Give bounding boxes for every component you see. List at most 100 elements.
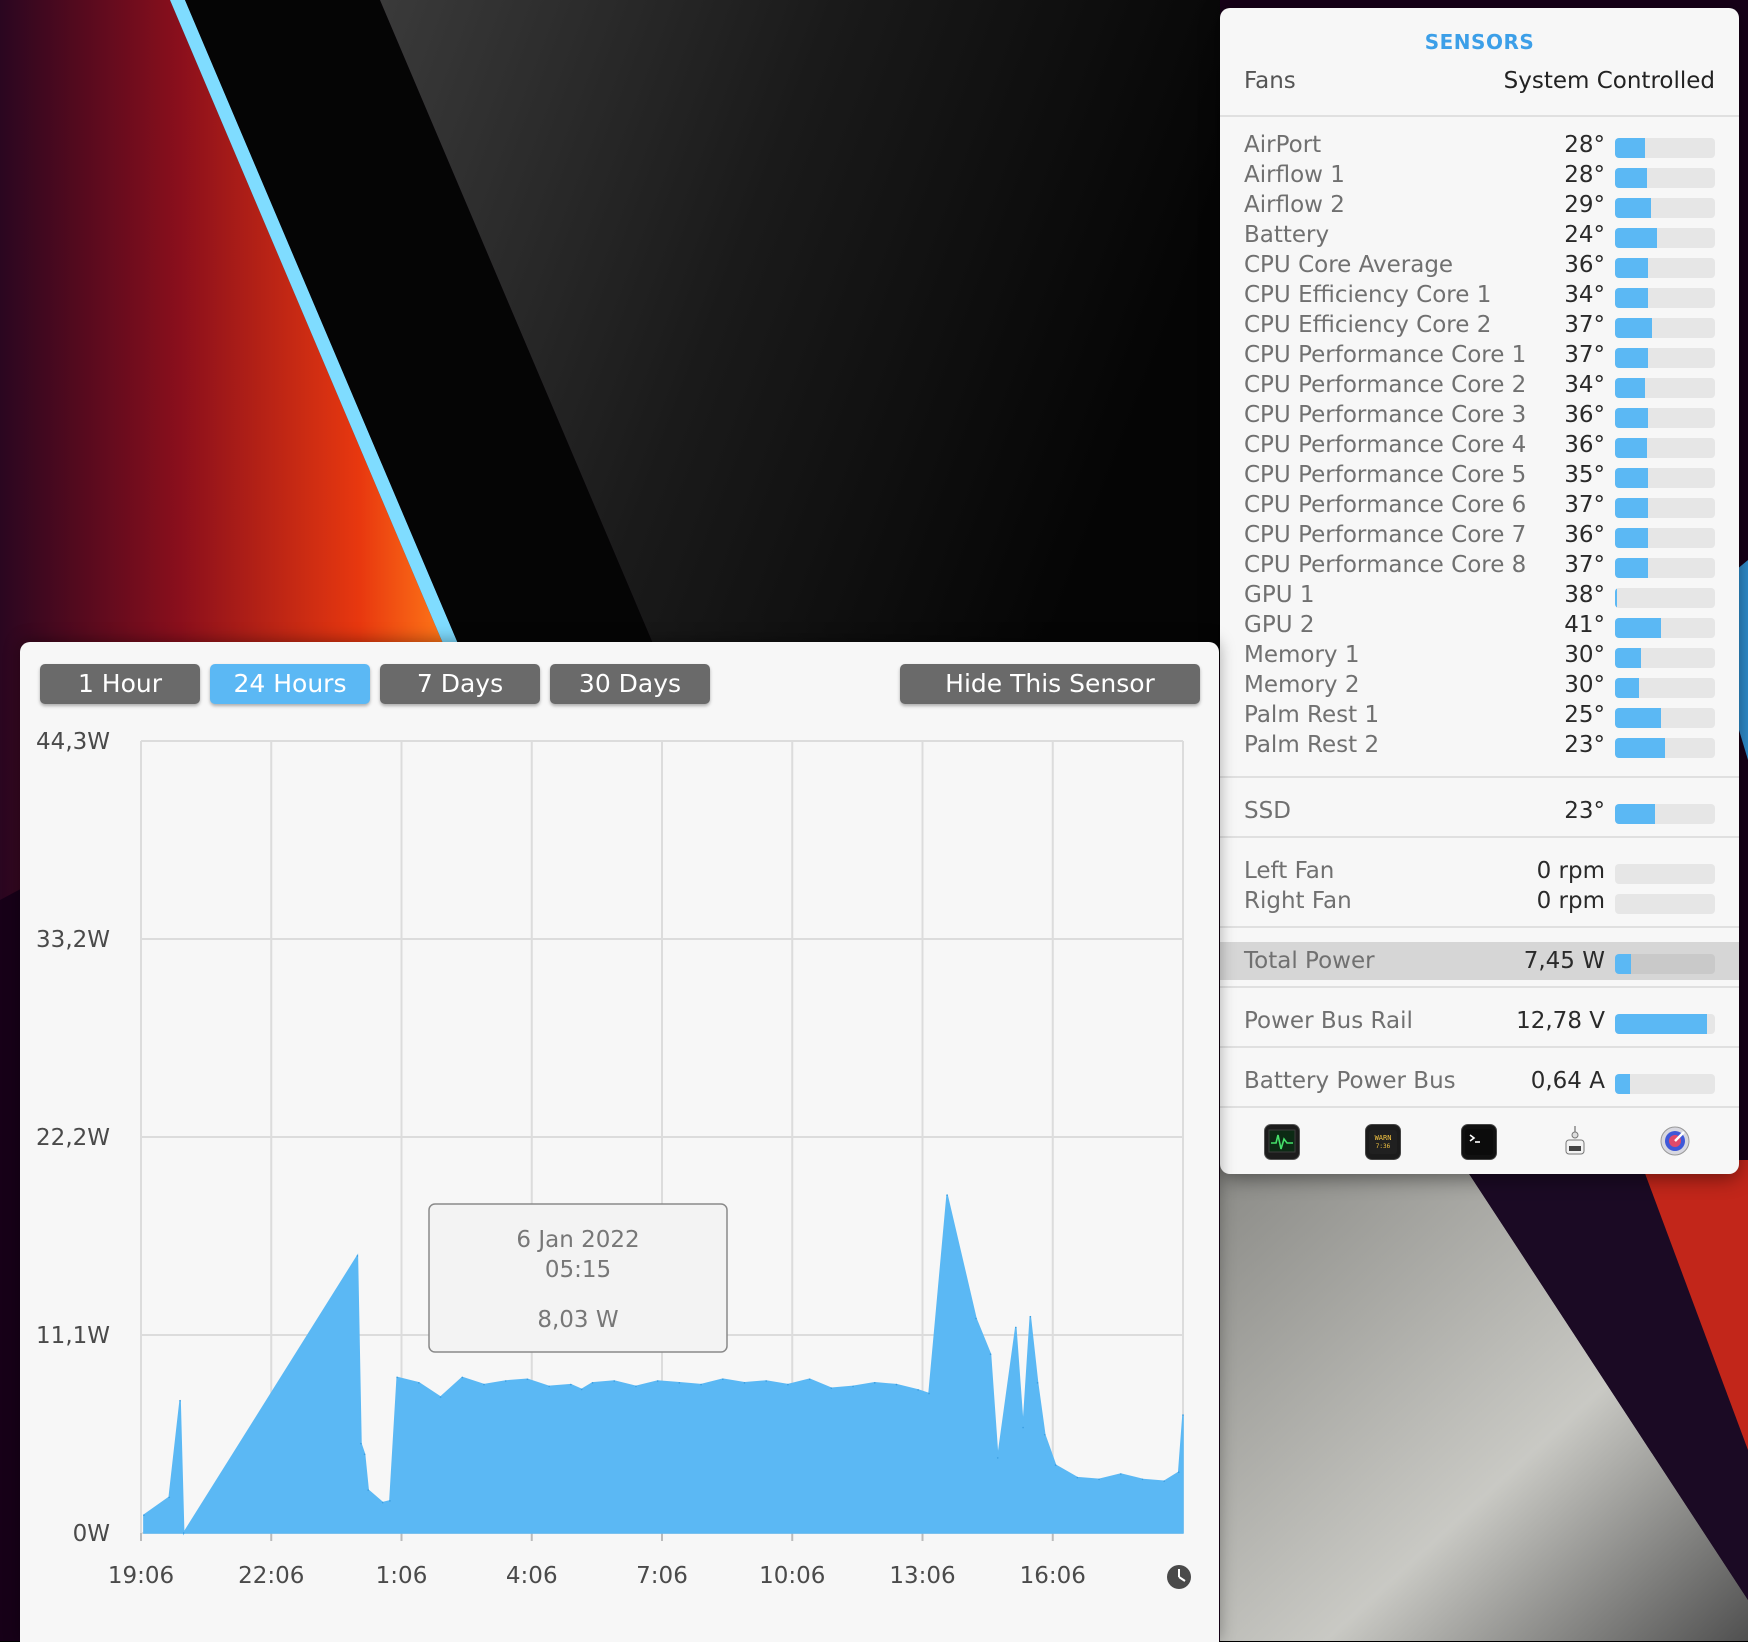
sensor-row[interactable]: CPU Performance Core 2 34° <box>1220 372 1739 402</box>
sensor-row[interactable]: CPU Performance Core 7 36° <box>1220 522 1739 552</box>
sensor-row[interactable]: CPU Efficiency Core 2 37° <box>1220 312 1739 342</box>
data-point <box>1054 1464 1057 1466</box>
sensor-row-ssd[interactable]: SSD 23° <box>1220 798 1739 828</box>
data-point <box>439 1396 442 1398</box>
data-point <box>363 1453 366 1456</box>
data-point <box>580 1388 583 1391</box>
activity-monitor-icon[interactable] <box>1264 1124 1300 1160</box>
sensor-bar-fill <box>1615 198 1651 218</box>
divider <box>1220 986 1739 988</box>
data-point <box>418 1382 420 1384</box>
system-information-icon[interactable] <box>1558 1124 1592 1158</box>
sensor-row[interactable]: Airflow 1 28° <box>1220 162 1739 192</box>
sensor-row[interactable]: CPU Efficiency Core 1 34° <box>1220 282 1739 312</box>
sensor-bar-fill <box>1615 1014 1707 1034</box>
data-point <box>360 1442 362 1445</box>
sensor-row[interactable]: GPU 2 41° <box>1220 612 1739 642</box>
sensor-name: CPU Efficiency Core 2 <box>1244 312 1492 338</box>
sensor-name: Memory 1 <box>1244 642 1360 668</box>
sensor-row[interactable]: Memory 1 30° <box>1220 642 1739 672</box>
data-point <box>179 1399 181 1402</box>
sensor-row-right-fan[interactable]: Right Fan 0 rpm <box>1220 888 1739 918</box>
data-point <box>830 1387 833 1389</box>
sensor-bar-fill <box>1615 804 1655 824</box>
data-point <box>1029 1315 1032 1318</box>
divider <box>1220 926 1739 928</box>
sensor-row[interactable]: CPU Performance Core 5 35° <box>1220 462 1739 492</box>
data-point <box>1119 1473 1122 1475</box>
sensor-row[interactable]: CPU Performance Core 4 36° <box>1220 432 1739 462</box>
sensor-value: 7,45 W <box>1523 948 1605 974</box>
sensor-row[interactable]: CPU Core Average 36° <box>1220 252 1739 282</box>
data-point <box>1098 1478 1100 1481</box>
sensor-bar-fill <box>1615 678 1639 698</box>
sensor-bar-fill <box>1615 738 1665 758</box>
data-point <box>765 1380 767 1382</box>
sensor-name: CPU Performance Core 2 <box>1244 372 1527 398</box>
data-point <box>381 1501 384 1504</box>
fans-row[interactable]: Fans System Controlled <box>1244 68 1715 108</box>
x-tick-label: 13:06 <box>889 1563 955 1589</box>
sensor-bar-fill <box>1615 228 1657 248</box>
sensor-bar <box>1615 138 1715 158</box>
sensor-value: 30° <box>1564 672 1605 698</box>
sensor-row[interactable]: CPU Performance Core 3 36° <box>1220 402 1739 432</box>
sensor-name: Palm Rest 1 <box>1244 702 1380 728</box>
power-history-window: 1 Hour 24 Hours 7 Days 30 Days Hide This… <box>20 642 1219 1642</box>
clock-icon[interactable] <box>1167 1565 1191 1589</box>
sensor-bar-fill <box>1615 588 1617 608</box>
sensor-row[interactable]: Memory 2 30° <box>1220 672 1739 702</box>
sensor-name: Airflow 1 <box>1244 162 1345 188</box>
sensor-value: 28° <box>1564 132 1605 158</box>
sensor-row[interactable]: CPU Performance Core 8 37° <box>1220 552 1739 582</box>
data-point <box>356 1255 359 1257</box>
sensor-bar-fill <box>1615 1074 1630 1094</box>
disk-utility-icon[interactable] <box>1658 1124 1692 1158</box>
power-chart[interactable]: 44,3W 33,2W 22,2W 11,1W 0W 19:06 22:06 1:06 4:06… <box>20 642 1219 1642</box>
fans-label: Fans <box>1244 68 1296 94</box>
sensor-bar-fill <box>1615 528 1648 548</box>
sensor-bar-fill <box>1615 438 1647 458</box>
sensor-value: 0 rpm <box>1536 888 1605 914</box>
sensor-bar-fill <box>1615 408 1648 428</box>
sensor-row[interactable]: CPU Performance Core 1 37° <box>1220 342 1739 372</box>
sensor-bar <box>1615 864 1715 884</box>
x-tick-label: 10:06 <box>759 1563 825 1589</box>
sensor-bar <box>1615 528 1715 548</box>
sensor-row[interactable]: Battery 24° <box>1220 222 1739 252</box>
data-point <box>1076 1476 1079 1479</box>
sensor-row[interactable]: CPU Performance Core 6 37° <box>1220 492 1739 522</box>
sensor-row[interactable]: Palm Rest 2 23° <box>1220 732 1739 762</box>
sensor-name: Left Fan <box>1244 858 1335 884</box>
terminal-icon[interactable] <box>1461 1124 1497 1160</box>
sensor-bar <box>1615 894 1715 914</box>
divider <box>1220 776 1739 778</box>
sensor-value: 23° <box>1564 732 1605 758</box>
sensor-bar <box>1615 408 1715 428</box>
console-icon[interactable]: WARN 7:36 <box>1365 1124 1401 1160</box>
data-point <box>700 1383 702 1386</box>
sensor-row[interactable]: Airflow 2 29° <box>1220 192 1739 222</box>
data-point <box>1177 1471 1180 1474</box>
sensor-row-left-fan[interactable]: Left Fan 0 rpm <box>1220 858 1739 888</box>
sensor-row[interactable]: AirPort 28° <box>1220 132 1739 162</box>
sensor-name: Power Bus Rail <box>1244 1008 1413 1034</box>
sensor-row[interactable]: GPU 1 38° <box>1220 582 1739 612</box>
sensor-row-power-bus-rail[interactable]: Power Bus Rail 12,78 V <box>1220 1008 1739 1038</box>
sensor-value: 41° <box>1564 612 1605 638</box>
data-point <box>613 1380 616 1382</box>
data-point <box>367 1489 370 1491</box>
sensor-bar <box>1615 738 1715 758</box>
fans-mode-value: System Controlled <box>1503 68 1715 94</box>
sensor-row-battery-power-bus[interactable]: Battery Power Bus 0,64 A <box>1220 1068 1739 1098</box>
sensor-name: CPU Performance Core 4 <box>1244 432 1527 458</box>
x-tick-label: 19:06 <box>108 1563 174 1589</box>
sensor-bar <box>1615 288 1715 308</box>
sensor-name: Memory 2 <box>1244 672 1360 698</box>
sensor-bar <box>1615 648 1715 668</box>
sensor-row[interactable]: Palm Rest 1 25° <box>1220 702 1739 732</box>
sensor-bar-fill <box>1615 954 1631 974</box>
sensor-row-total-power[interactable]: Total Power 7,45 W <box>1220 942 1739 980</box>
data-point <box>873 1382 876 1384</box>
data-point <box>656 1380 659 1382</box>
